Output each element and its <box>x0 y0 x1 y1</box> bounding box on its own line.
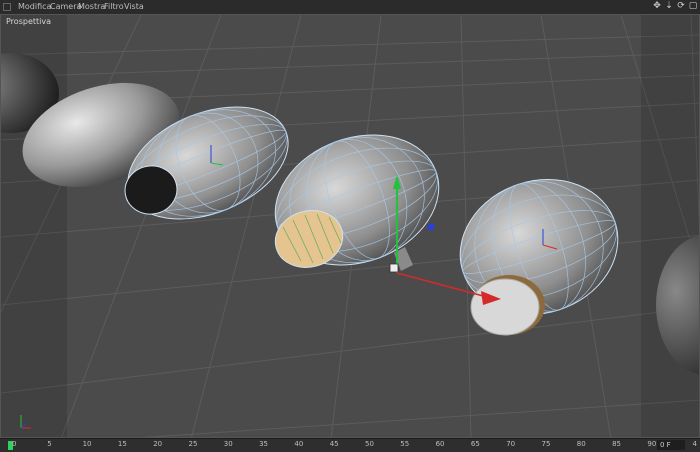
frame-end-label: 4 <box>692 440 697 448</box>
menu-vista[interactable]: Vista <box>124 1 144 13</box>
maximize-view-icon[interactable]: ▢ <box>688 1 698 11</box>
zoom-view-icon[interactable]: ⇣ <box>664 1 674 11</box>
timeline-tick: 65 <box>470 440 480 448</box>
move-view-icon[interactable]: ✥ <box>652 1 662 11</box>
timeline-tick: 50 <box>365 440 374 448</box>
timeline-tick: 45 <box>329 440 339 448</box>
timeline-tick: 60 <box>435 440 445 448</box>
scene-canvas[interactable] <box>1 15 700 438</box>
timeline-tick: 10 <box>82 440 92 448</box>
timeline-tick: 15 <box>117 440 127 448</box>
rotate-view-icon[interactable]: ⟳ <box>676 1 686 11</box>
timeline-tick: 20 <box>153 440 163 448</box>
panel-grip-icon[interactable] <box>3 3 11 11</box>
timeline-tick: 70 <box>506 440 516 448</box>
cap-face <box>470 278 540 336</box>
viewport-perspective[interactable]: Prospettiva <box>0 14 700 438</box>
timeline-tick: 75 <box>541 440 551 448</box>
current-frame-field[interactable]: 0 F <box>657 440 685 450</box>
timeline-tick: 5 <box>47 440 52 448</box>
z-axis-handle[interactable] <box>427 223 435 231</box>
menu-filtro[interactable]: Filtro <box>104 1 124 13</box>
safe-frame-right <box>641 15 699 437</box>
gizmo-center[interactable] <box>389 263 399 273</box>
menu-camera[interactable]: Camera <box>50 1 81 13</box>
timeline-tick: 85 <box>612 440 622 448</box>
world-axis-icon <box>20 415 31 429</box>
egg-capped[interactable] <box>443 160 636 336</box>
timeline-tick: 25 <box>188 440 198 448</box>
viewport-menubar: Modifica Camera Mostra Filtro Vista ✥ ⇣ … <box>0 0 700 15</box>
cinema4d-editor: Modifica Camera Mostra Filtro Vista ✥ ⇣ … <box>0 0 700 452</box>
timeline-tick: 90 <box>647 440 657 448</box>
menu-mostra[interactable]: Mostra <box>78 1 105 13</box>
timeline-tick: 55 <box>400 440 410 448</box>
timeline[interactable]: 0 5 10 15 20 25 30 35 40 45 50 55 60 65 70 75 80 85 90 0 F… <box>0 438 700 452</box>
timeline-tick: 30 <box>223 440 233 448</box>
timeline-ruler[interactable]: 0 5 10 15 20 25 30 35 40 45 50 55 60 65 70 75 80 85 90 <box>12 439 656 452</box>
menu-modifica[interactable]: Modifica <box>18 1 51 13</box>
view-label: Prospettiva <box>6 17 51 26</box>
timeline-tick: 40 <box>294 440 304 448</box>
timeline-tick: 0 <box>12 440 17 448</box>
timeline-tick: 80 <box>576 440 586 448</box>
timeline-tick: 35 <box>259 440 269 448</box>
